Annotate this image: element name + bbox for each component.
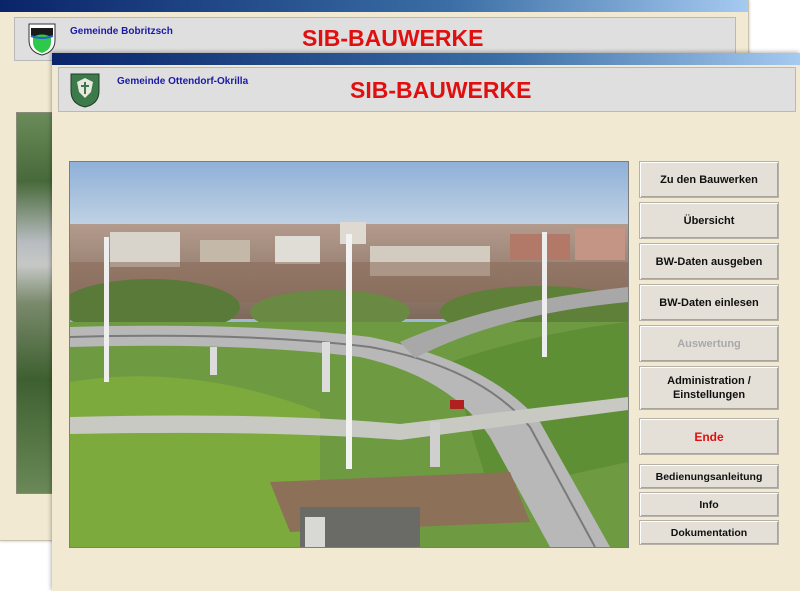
administration-einstellungen-button[interactable]: Administration / Einstellungen [639, 366, 779, 410]
bw-daten-ausgeben-button[interactable]: BW-Daten ausgeben [639, 243, 779, 280]
gemeinde-label: Gemeinde Ottendorf-Okrilla [117, 76, 249, 87]
front-window-header: Gemeinde Ottendorf-Okrilla SIB-BAUWERKE [58, 67, 796, 112]
front-window: Gemeinde Ottendorf-Okrilla SIB-BAUWERKE [52, 53, 800, 591]
administration-label: Administration / [667, 375, 751, 387]
bedienungsanleitung-button[interactable]: Bedienungsanleitung [639, 464, 779, 489]
front-window-titlebar[interactable] [52, 53, 800, 65]
einstellungen-label: Einstellungen [672, 389, 746, 401]
back-window-photo [16, 112, 54, 494]
back-window-titlebar[interactable] [0, 0, 748, 12]
dokumentation-button[interactable]: Dokumentation [639, 520, 779, 545]
municipal-crest-icon [28, 23, 56, 56]
gemeinde-label: Gemeinde Bobritzsch [70, 26, 173, 37]
auswertung-button[interactable]: Auswertung [639, 325, 779, 362]
zu-den-bauwerken-button[interactable]: Zu den Bauwerken [639, 161, 779, 198]
info-button[interactable]: Info [639, 492, 779, 517]
municipal-crest-icon [70, 73, 100, 108]
bw-daten-einlesen-button[interactable]: BW-Daten einlesen [639, 284, 779, 321]
uebersicht-button[interactable]: Übersicht [639, 202, 779, 239]
app-title: SIB-BAUWERKE [350, 77, 532, 103]
app-title: SIB-BAUWERKE [302, 25, 484, 51]
ende-button[interactable]: Ende [639, 418, 779, 455]
bridge-photo [69, 161, 629, 548]
